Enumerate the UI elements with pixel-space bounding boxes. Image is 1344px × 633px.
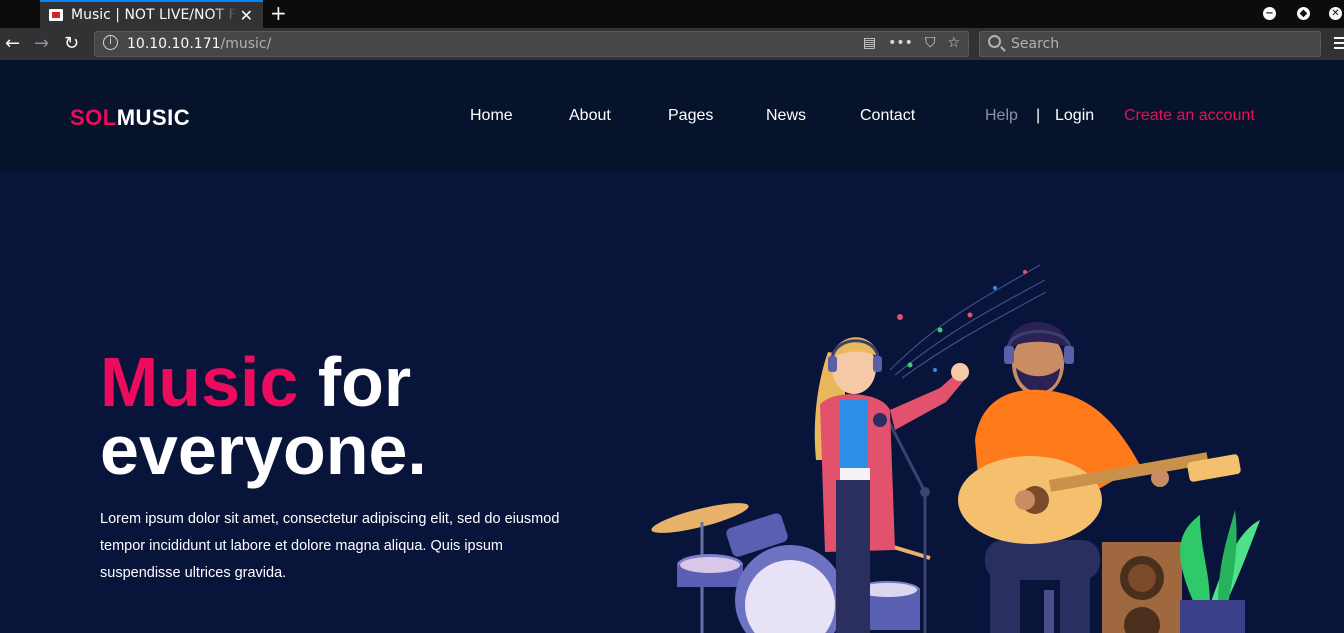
- site-info-icon[interactable]: i: [103, 35, 118, 50]
- bookmark-star-icon[interactable]: ☆: [947, 35, 960, 51]
- pocket-icon[interactable]: ⛉: [925, 35, 936, 51]
- nav-about[interactable]: About: [569, 107, 611, 125]
- browser-navbar: ← → ↻ i 10.10.10.171/music/ ▤ ••• ⛉ ☆ Se…: [0, 28, 1344, 60]
- address-bar[interactable]: i 10.10.10.171/music/ ▤ ••• ⛉ ☆: [94, 31, 969, 57]
- reader-view-icon[interactable]: ▤: [863, 35, 876, 51]
- minimize-icon[interactable]: −: [1263, 7, 1276, 20]
- logo-sol: SOL: [70, 105, 117, 130]
- plant-graphic: [1180, 510, 1260, 633]
- close-window-icon[interactable]: ✕: [1329, 7, 1342, 20]
- logo-music: MUSIC: [116, 105, 191, 130]
- hero-title-line1: for: [298, 343, 412, 421]
- browser-tabbar: Music | NOT LIVE/NOT FOR PRODUCTION ✕ + …: [0, 0, 1344, 28]
- restore-icon[interactable]: ◆: [1297, 7, 1310, 20]
- hero-title-line2: everyone.: [100, 411, 427, 489]
- back-icon[interactable]: ←: [5, 33, 20, 54]
- close-tab-icon[interactable]: ✕: [240, 6, 253, 25]
- forward-icon[interactable]: →: [34, 33, 49, 54]
- url-path: /music/: [220, 36, 272, 52]
- site-header: SOLMUSIC Home About Pages News Contact H…: [0, 60, 1344, 170]
- tab-title: Music | NOT LIVE/NOT FOR PRODUCTION: [71, 7, 237, 23]
- hero-title-accent: Music: [100, 343, 299, 421]
- url-host: 10.10.10.171: [127, 36, 221, 52]
- search-icon: [988, 35, 1001, 48]
- nav-news[interactable]: News: [766, 107, 806, 125]
- nav-contact[interactable]: Contact: [860, 107, 915, 125]
- nav-help[interactable]: Help: [985, 107, 1018, 125]
- hero-title: Music for everyone.: [100, 347, 427, 485]
- nav-login[interactable]: Login: [1055, 107, 1094, 125]
- hero-description: Lorem ipsum dolor sit amet, consectetur …: [100, 511, 560, 581]
- search-input[interactable]: Search: [979, 31, 1321, 57]
- hero-section: Music for everyone. Lorem ipsum dolor si…: [0, 170, 1344, 633]
- nav-create-account[interactable]: Create an account: [1124, 107, 1255, 125]
- reload-icon[interactable]: ↻: [64, 33, 79, 54]
- url-text[interactable]: 10.10.10.171/music/: [127, 36, 271, 52]
- nav-separator: |: [1036, 107, 1041, 124]
- new-tab-icon[interactable]: +: [270, 1, 287, 25]
- band-illustration: [651, 264, 1260, 633]
- site-logo[interactable]: SOLMUSIC: [70, 105, 190, 131]
- hamburger-menu-icon[interactable]: [1334, 37, 1344, 49]
- nav-pages[interactable]: Pages: [668, 107, 713, 125]
- search-placeholder: Search: [1011, 36, 1060, 52]
- speaker-graphic: [1102, 542, 1182, 633]
- nav-home[interactable]: Home: [470, 107, 513, 125]
- browser-tab[interactable]: Music | NOT LIVE/NOT FOR PRODUCTION ✕: [40, 0, 263, 28]
- page-actions-icon[interactable]: •••: [888, 35, 913, 51]
- favicon-icon: [49, 9, 63, 21]
